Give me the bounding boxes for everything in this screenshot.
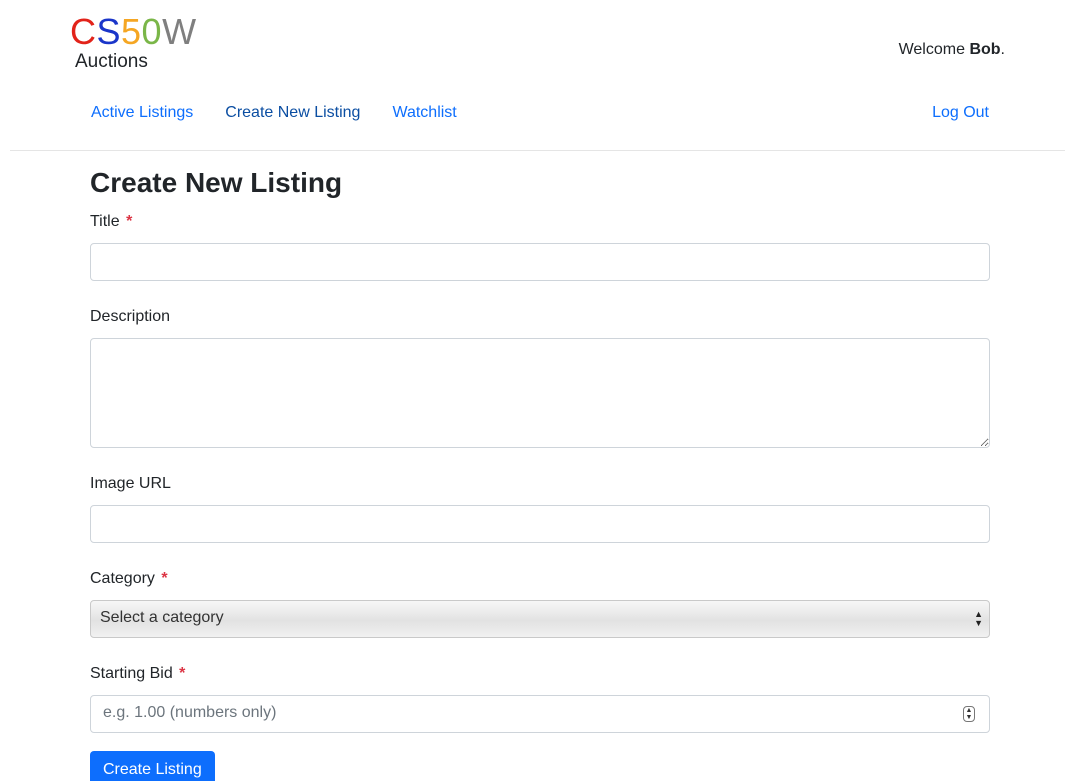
title-label-text: Title bbox=[90, 213, 120, 230]
nav-watchlist[interactable]: Watchlist bbox=[376, 101, 472, 125]
username: Bob bbox=[969, 41, 1001, 58]
description-group: Description bbox=[90, 307, 990, 448]
nav-active-listings[interactable]: Active Listings bbox=[75, 101, 209, 125]
logo-letter-0: 0 bbox=[141, 11, 163, 52]
logo-letter-c: C bbox=[70, 11, 97, 52]
logo-letter-s: S bbox=[96, 11, 122, 52]
title-input[interactable] bbox=[90, 243, 990, 281]
category-group: Category * Select a category ▲ ▼ bbox=[90, 569, 990, 638]
category-label-text: Category bbox=[90, 570, 155, 587]
number-spinner-icon[interactable]: ▲ ▼ bbox=[963, 706, 975, 722]
description-textarea[interactable] bbox=[90, 338, 990, 448]
welcome-prefix: Welcome bbox=[898, 41, 970, 58]
logo-wordmark: CS50W bbox=[70, 14, 197, 50]
logo-letter-5: 5 bbox=[121, 11, 142, 52]
title-group: Title * bbox=[90, 212, 990, 281]
select-arrows-icon: ▲ ▼ bbox=[974, 609, 983, 628]
starting-bid-label: Starting Bid * bbox=[90, 664, 990, 684]
welcome-suffix: . bbox=[1000, 41, 1005, 58]
starting-bid-placeholder: e.g. 1.00 (numbers only) bbox=[103, 704, 277, 721]
required-marker: * bbox=[126, 213, 133, 230]
description-label: Description bbox=[90, 308, 171, 325]
nav-create-new-listing[interactable]: Create New Listing bbox=[209, 101, 376, 125]
welcome-message: Welcome Bob. bbox=[899, 41, 1005, 59]
title-label: Title * bbox=[90, 212, 990, 232]
image-url-input[interactable] bbox=[90, 505, 990, 543]
starting-bid-label-text: Starting Bid bbox=[90, 665, 173, 682]
logo-subtitle: Auctions bbox=[75, 51, 148, 72]
category-selected-value: Select a category bbox=[100, 609, 224, 626]
logout-link[interactable]: Log Out bbox=[932, 101, 989, 125]
required-marker: * bbox=[161, 570, 168, 587]
image-url-label: Image URL bbox=[90, 475, 171, 492]
create-listing-button[interactable]: Create Listing bbox=[90, 751, 215, 781]
category-select[interactable]: Select a category ▲ ▼ bbox=[90, 600, 990, 638]
page-title: Create New Listing bbox=[90, 167, 343, 198]
header-divider bbox=[10, 150, 1065, 151]
starting-bid-group: Starting Bid * e.g. 1.00 (numbers only) … bbox=[90, 664, 990, 733]
logo-letter-w: W bbox=[162, 11, 197, 52]
main-nav: Active Listings Create New Listing Watch… bbox=[75, 101, 473, 125]
page: CS50W Auctions Welcome Bob. Active Listi… bbox=[0, 0, 1065, 781]
site-logo[interactable]: CS50W Auctions bbox=[70, 14, 197, 72]
category-label: Category * bbox=[90, 569, 990, 589]
required-marker: * bbox=[179, 665, 186, 682]
starting-bid-input[interactable]: e.g. 1.00 (numbers only) ▲ ▼ bbox=[90, 695, 990, 733]
create-listing-form: Create New Listing Title * Description I… bbox=[90, 164, 990, 781]
image-url-group: Image URL bbox=[90, 474, 990, 543]
